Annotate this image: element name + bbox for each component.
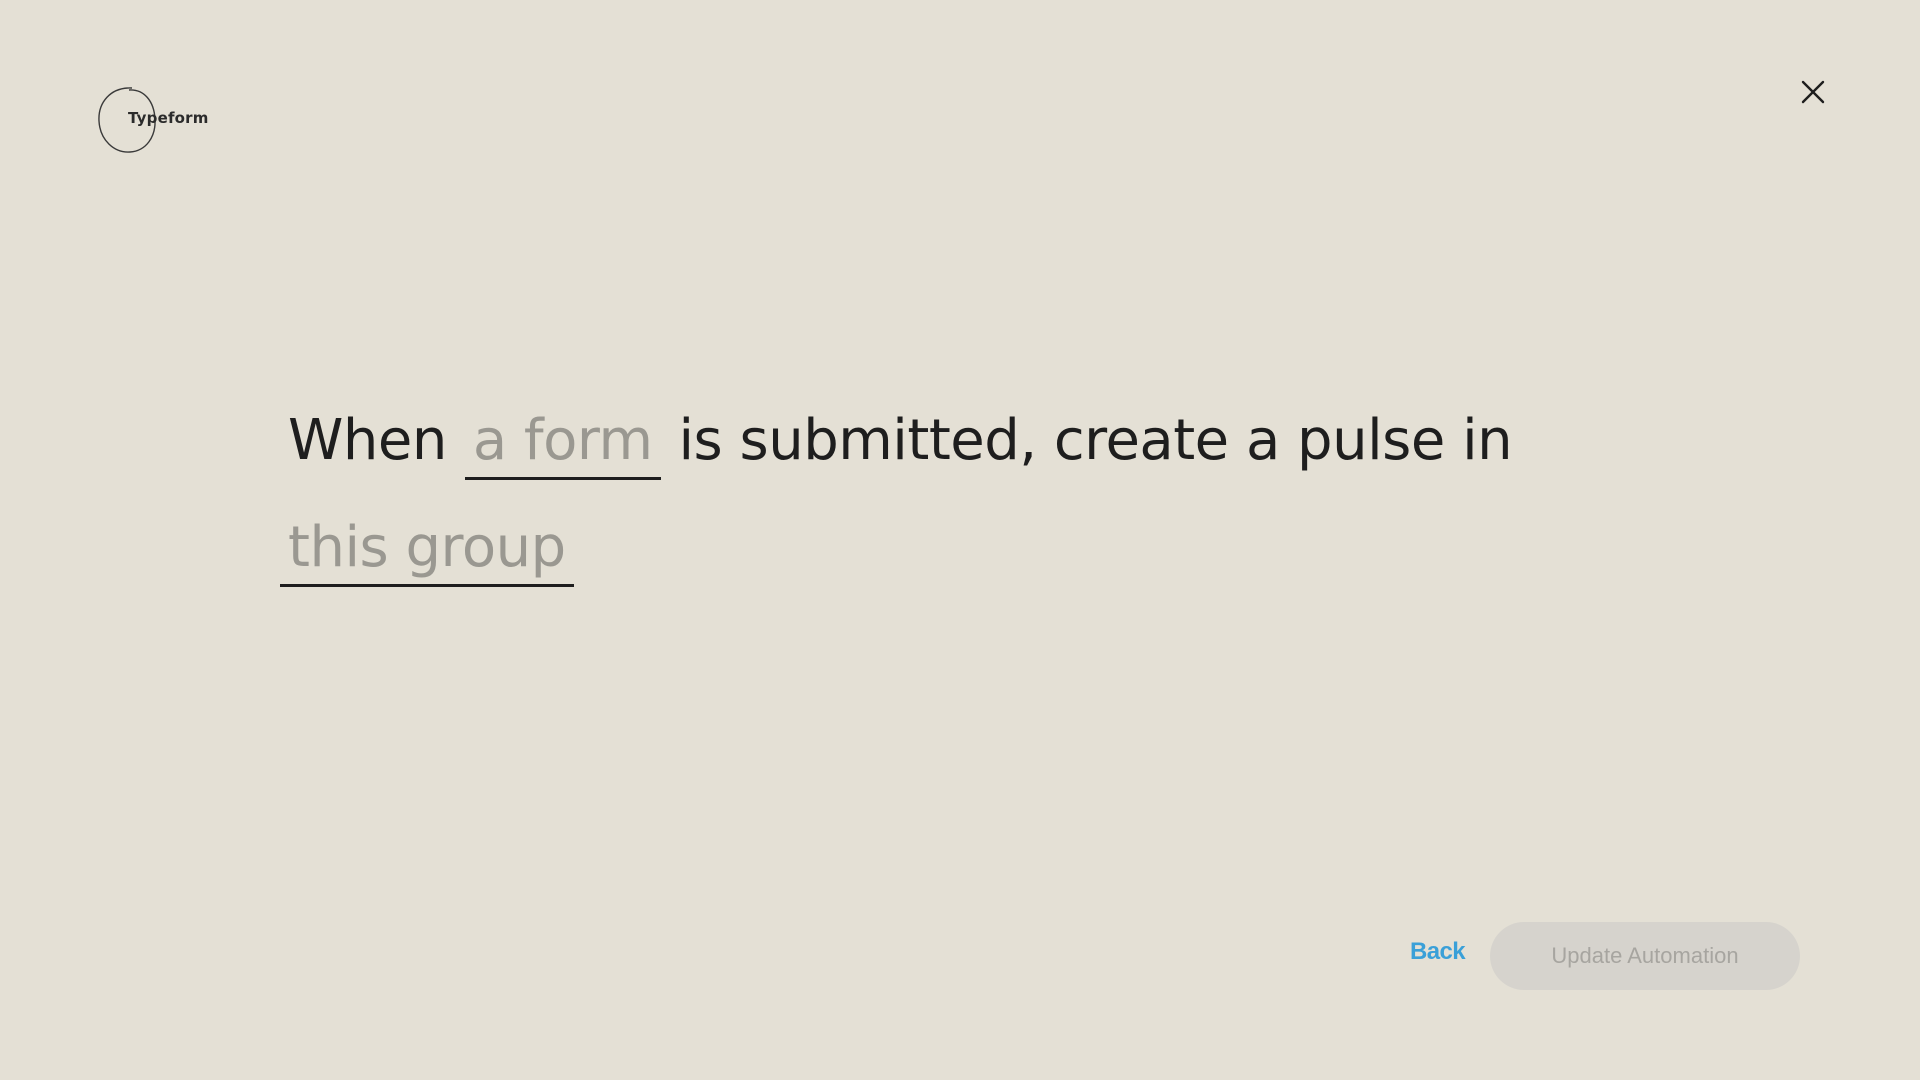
typeform-logo: Typeform [96,85,208,155]
back-button[interactable]: Back [1410,938,1466,966]
sentence-trigger-text: is submitted, create a pulse in [678,408,1513,473]
close-button[interactable] [1797,76,1829,108]
sentence-line-2: this group [280,512,1588,587]
sentence-word-when: When [288,408,447,473]
close-icon [1801,80,1825,104]
update-automation-button[interactable]: Update Automation [1490,922,1800,990]
sentence-line-1: When a form is submitted, create a pulse… [288,370,1588,512]
update-automation-label: Update Automation [1551,943,1739,968]
logo-text: Typeform [128,109,209,127]
automation-sentence: When a form is submitted, create a pulse… [280,370,1588,587]
group-selector[interactable]: this group [280,512,574,587]
form-selector[interactable]: a form [464,405,661,480]
